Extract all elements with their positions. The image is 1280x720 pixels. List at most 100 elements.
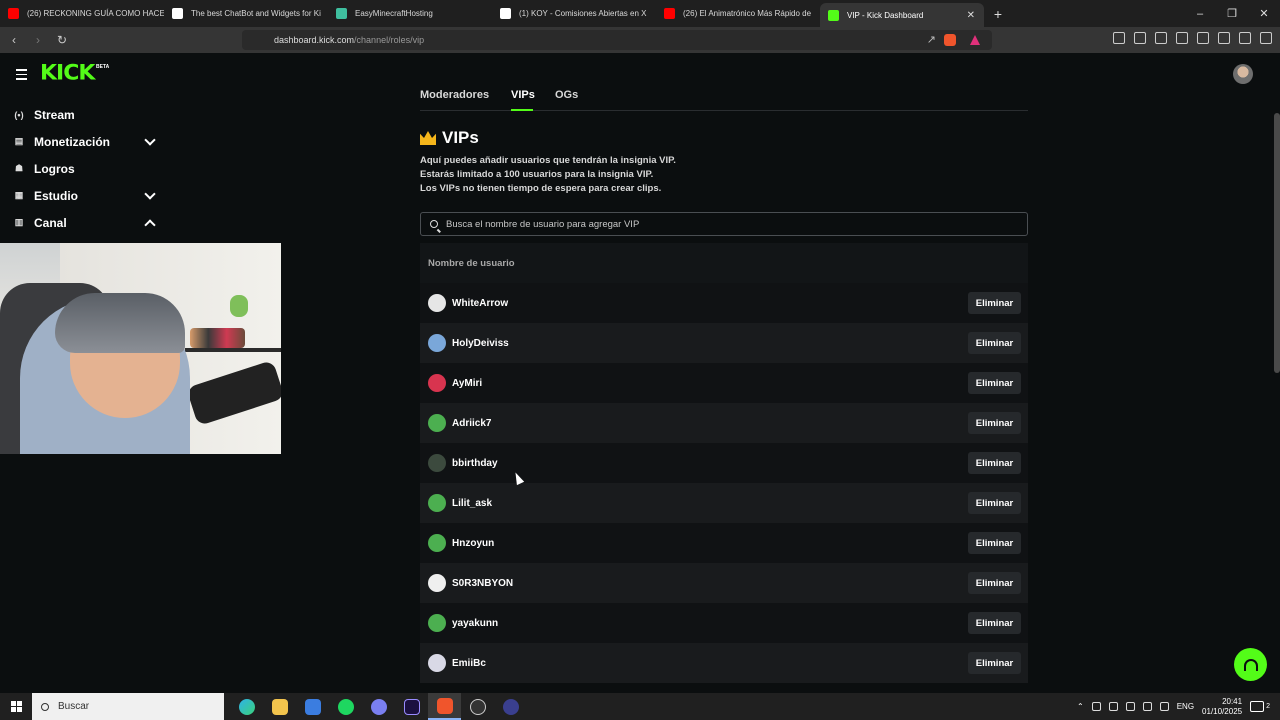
support-chat-button[interactable] bbox=[1234, 648, 1267, 681]
username[interactable]: AyMiri bbox=[452, 378, 482, 389]
url-text: dashboard.kick.com/channel/roles/vip bbox=[274, 35, 425, 45]
page-title-row: VIPs bbox=[420, 128, 479, 148]
user-avatar[interactable] bbox=[428, 334, 446, 352]
close-tab-icon[interactable]: ✕ bbox=[967, 10, 975, 21]
share-icon[interactable]: ↗ bbox=[927, 33, 936, 46]
extensions-icon[interactable] bbox=[1113, 32, 1125, 44]
username[interactable]: S0R3NBYON bbox=[452, 578, 513, 589]
sidebar-toggle-icon[interactable] bbox=[1176, 32, 1188, 44]
wallet-icon[interactable] bbox=[1197, 32, 1209, 44]
sidebar-item-logros[interactable]: ☗ Logros bbox=[0, 155, 170, 182]
remove-vip-button[interactable]: Eliminar bbox=[968, 652, 1021, 674]
brave-app[interactable] bbox=[428, 693, 461, 720]
username[interactable]: yayakunn bbox=[452, 618, 498, 629]
tray-chevron-icon[interactable]: ⌃ bbox=[1077, 702, 1084, 711]
browser-tab[interactable]: The best ChatBot and Widgets for Ki bbox=[164, 0, 328, 27]
menu-icon[interactable] bbox=[1260, 32, 1272, 44]
vip-search-input[interactable] bbox=[446, 218, 1006, 230]
sidebar-item-monetizacin[interactable]: ▤ Monetización bbox=[0, 128, 170, 155]
clock[interactable]: 20:41 01/10/2025 bbox=[1202, 697, 1242, 717]
user-avatar[interactable] bbox=[428, 654, 446, 672]
user-avatar[interactable] bbox=[428, 414, 446, 432]
tray-app-icon[interactable] bbox=[1091, 702, 1101, 711]
store-app[interactable] bbox=[296, 693, 329, 720]
close-window-icon[interactable]: ✕ bbox=[1248, 0, 1280, 27]
forward-icon[interactable]: › bbox=[28, 33, 48, 47]
user-avatar[interactable] bbox=[428, 454, 446, 472]
brave-rewards-icon[interactable] bbox=[970, 35, 980, 45]
spotify-app[interactable] bbox=[329, 693, 362, 720]
remove-vip-button[interactable]: Eliminar bbox=[968, 492, 1021, 514]
restore-icon[interactable]: ❐ bbox=[1216, 0, 1248, 27]
obs-app[interactable] bbox=[461, 693, 494, 720]
language-indicator[interactable]: ENG bbox=[1177, 702, 1194, 711]
notification-icon[interactable] bbox=[1250, 701, 1265, 712]
active-tab-indicator bbox=[511, 109, 533, 111]
remove-vip-button[interactable]: Eliminar bbox=[968, 412, 1021, 434]
username[interactable]: Hnzoyun bbox=[452, 538, 494, 549]
user-avatar[interactable] bbox=[428, 294, 446, 312]
remove-vip-button[interactable]: Eliminar bbox=[968, 332, 1021, 354]
tab-moderadores[interactable]: Moderadores bbox=[420, 89, 489, 101]
tab-vips[interactable]: VIPs bbox=[511, 89, 535, 101]
sidebar-item-stream[interactable]: (•) Stream bbox=[0, 101, 170, 128]
url-field[interactable]: dashboard.kick.com/channel/roles/vip ↗ bbox=[242, 30, 992, 50]
brave-shield-icon[interactable] bbox=[944, 34, 956, 46]
page-scrollbar[interactable] bbox=[1274, 113, 1280, 373]
user-avatar[interactable] bbox=[428, 574, 446, 592]
chevron-down-icon[interactable] bbox=[144, 134, 156, 146]
remove-vip-button[interactable]: Eliminar bbox=[968, 292, 1021, 314]
browser-tab[interactable]: (1) KOY - Comisiones Abiertas en X bbox=[492, 0, 656, 27]
battery-icon[interactable] bbox=[1159, 702, 1169, 711]
chevron-down-icon[interactable] bbox=[144, 188, 156, 200]
leo-ai-icon[interactable] bbox=[1218, 32, 1230, 44]
browser-tab[interactable]: VIP - Kick Dashboard ✕ bbox=[820, 3, 984, 27]
username[interactable]: Lilit_ask bbox=[452, 498, 492, 509]
hamburger-icon[interactable] bbox=[16, 69, 27, 83]
user-avatar[interactable] bbox=[428, 534, 446, 552]
user-avatar[interactable] bbox=[1233, 64, 1253, 84]
volume-icon[interactable] bbox=[1142, 702, 1152, 711]
remove-vip-button[interactable]: Eliminar bbox=[968, 452, 1021, 474]
user-avatar[interactable] bbox=[428, 494, 446, 512]
taskbar-search[interactable]: Buscar bbox=[32, 693, 224, 720]
username[interactable]: Adriick7 bbox=[452, 418, 491, 429]
vpn-icon[interactable] bbox=[1239, 32, 1251, 44]
edge-app[interactable] bbox=[230, 693, 263, 720]
reader-icon[interactable] bbox=[1134, 32, 1146, 44]
media-icon[interactable] bbox=[1155, 32, 1167, 44]
user-avatar[interactable] bbox=[428, 614, 446, 632]
username[interactable]: WhiteArrow bbox=[452, 298, 508, 309]
microphone-icon[interactable] bbox=[1108, 702, 1118, 711]
user-avatar[interactable] bbox=[428, 374, 446, 392]
start-button[interactable] bbox=[0, 701, 32, 712]
username[interactable]: HolyDeiviss bbox=[452, 338, 509, 349]
discord-app[interactable] bbox=[362, 693, 395, 720]
minimize-icon[interactable]: – bbox=[1184, 0, 1216, 27]
webcam-overlay bbox=[0, 243, 281, 454]
new-tab-button[interactable]: + bbox=[984, 0, 1012, 27]
sidebar-item-estudio[interactable]: ▦ Estudio bbox=[0, 182, 170, 209]
remove-vip-button[interactable]: Eliminar bbox=[968, 572, 1021, 594]
app-launcher[interactable] bbox=[494, 693, 527, 720]
username[interactable]: bbirthday bbox=[452, 458, 498, 469]
browser-tab[interactable]: (26) RECKONING GUÍA COMO HACER bbox=[0, 0, 164, 27]
premiere-app[interactable] bbox=[395, 693, 428, 720]
browser-tab[interactable]: EasyMinecraftHosting bbox=[328, 0, 492, 27]
search-icon bbox=[41, 702, 49, 711]
remove-vip-button[interactable]: Eliminar bbox=[968, 612, 1021, 634]
remove-vip-button[interactable]: Eliminar bbox=[968, 532, 1021, 554]
sidebar-item-label: Stream bbox=[34, 107, 75, 122]
username[interactable]: EmiiBc bbox=[452, 658, 486, 669]
network-icon[interactable] bbox=[1125, 702, 1135, 711]
file-explorer-app[interactable] bbox=[263, 693, 296, 720]
chevron-up-icon[interactable] bbox=[144, 219, 156, 231]
sidebar-item-canal[interactable]: ▥ Canal bbox=[0, 209, 170, 236]
vip-search-box[interactable] bbox=[420, 212, 1028, 236]
reload-icon[interactable]: ↻ bbox=[52, 33, 72, 47]
back-icon[interactable]: ‹ bbox=[4, 33, 24, 47]
browser-tab[interactable]: (26) El Animatrónico Más Rápido de bbox=[656, 0, 820, 27]
kick-logo[interactable]: KICK bbox=[40, 62, 95, 86]
remove-vip-button[interactable]: Eliminar bbox=[968, 372, 1021, 394]
tab-ogs[interactable]: OGs bbox=[555, 89, 578, 101]
